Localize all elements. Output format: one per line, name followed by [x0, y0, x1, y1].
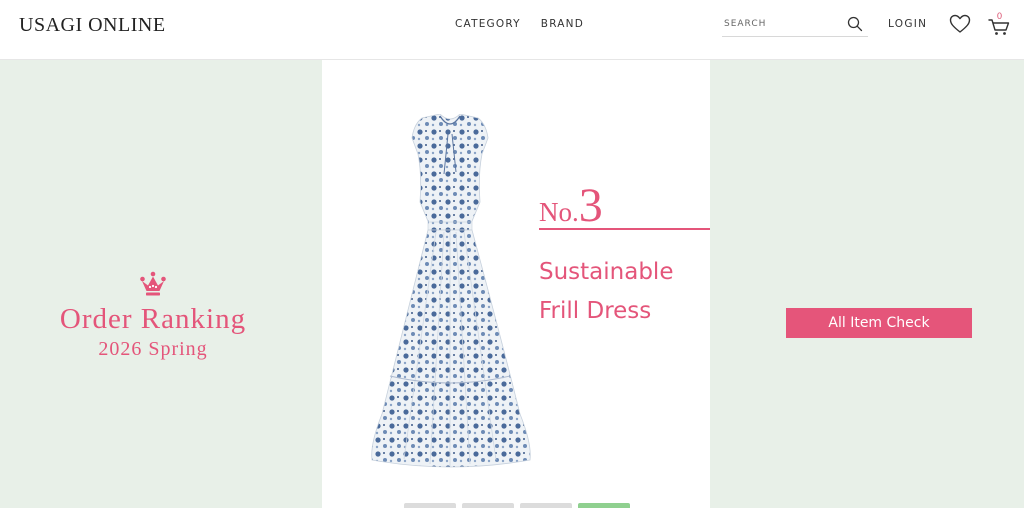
slide-indicators: [404, 503, 630, 508]
product-name-line2: Frill Dress: [539, 298, 652, 324]
slide-indicator-2[interactable]: [462, 503, 514, 508]
site-logo[interactable]: USAGI ONLINE: [19, 14, 166, 37]
search-input[interactable]: [724, 16, 834, 32]
product-name[interactable]: Sustainable Frill Dress: [539, 253, 709, 331]
nav-category[interactable]: CATEGORY: [455, 18, 521, 30]
product-image[interactable]: [360, 114, 540, 474]
cart-button[interactable]: 0: [988, 11, 1014, 37]
search-icon[interactable]: [847, 16, 863, 32]
search-box: [722, 12, 868, 37]
ranking-heading: Order Ranking 2026 Spring: [42, 270, 264, 361]
hero-banner: Order Ranking 2026 Spring No.3 Sustainab…: [0, 60, 1024, 508]
heart-icon[interactable]: [949, 14, 971, 34]
ranking-title: Order Ranking: [59, 303, 247, 335]
cart-icon: [988, 19, 1010, 35]
rank-value: 3: [578, 179, 603, 232]
rank-divider: [539, 228, 710, 230]
login-link[interactable]: LOGIN: [888, 18, 927, 30]
slide-indicator-3[interactable]: [520, 503, 572, 508]
site-header: USAGI ONLINE CATEGORY BRAND LOGIN 0: [0, 0, 1024, 60]
crown-icon: [140, 271, 166, 296]
all-item-check-button[interactable]: All Item Check: [786, 308, 972, 338]
slide-indicator-1[interactable]: [404, 503, 456, 508]
ranking-season: 2026 Spring: [98, 338, 208, 360]
rank-number: No.3: [539, 178, 603, 233]
nav-brand[interactable]: BRAND: [541, 18, 584, 30]
main-nav: CATEGORY BRAND: [455, 18, 584, 30]
product-name-line1: Sustainable: [539, 259, 674, 285]
rank-prefix: No.: [539, 197, 579, 227]
slide-indicator-4[interactable]: [578, 503, 630, 508]
